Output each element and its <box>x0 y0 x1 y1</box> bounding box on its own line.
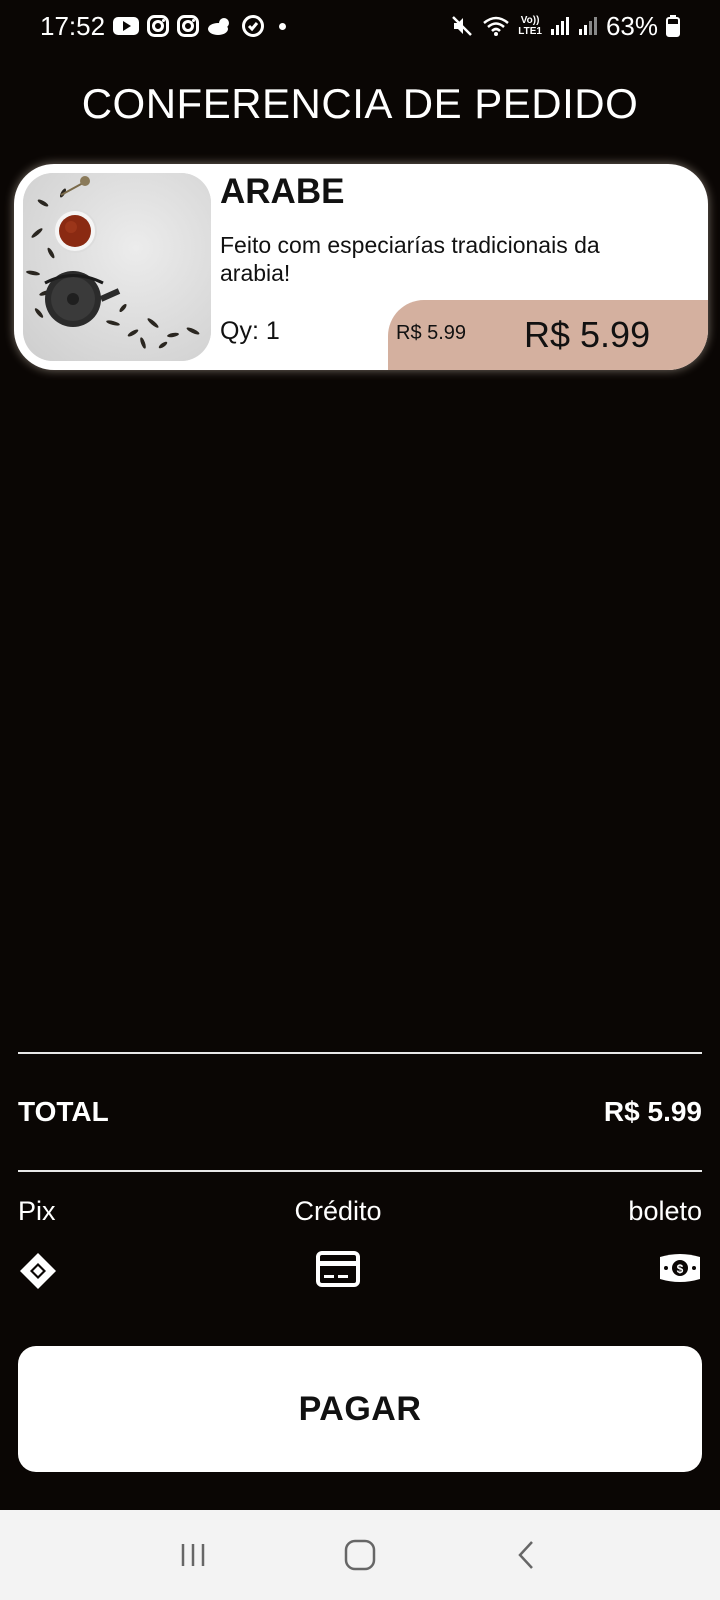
pay-button[interactable]: PAGAR <box>18 1346 702 1472</box>
status-left: 17:52 <box>40 10 287 42</box>
dot-icon <box>279 22 287 30</box>
system-nav-bar <box>0 1510 720 1600</box>
signal-icon <box>578 16 598 36</box>
product-name: ARABE <box>220 172 345 211</box>
credit-card-icon[interactable] <box>238 1251 438 1292</box>
home-icon[interactable] <box>330 1525 390 1585</box>
status-right: Vo)) LTE1 63% <box>450 11 680 42</box>
total-value: R$ 5.99 <box>603 1096 702 1127</box>
payment-option-label: boleto <box>628 1196 702 1226</box>
payment-option-label: Pix <box>18 1196 56 1226</box>
youtube-icon <box>113 16 140 36</box>
recent-apps-icon[interactable] <box>163 1525 223 1585</box>
cash-icon[interactable]: $ <box>502 1251 702 1290</box>
instagram-icon <box>147 15 170 37</box>
signal-icon <box>550 16 570 36</box>
instagram-icon <box>177 15 200 37</box>
back-icon[interactable] <box>497 1525 557 1585</box>
status-bar: 17:52 Vo)) LTE1 63% <box>0 0 720 52</box>
volte-icon: Vo)) LTE1 <box>518 15 542 37</box>
order-item-card[interactable]: ARABE Feito com especiarías tradicionais… <box>14 164 708 370</box>
svg-text:$: $ <box>677 1262 684 1276</box>
app-icon <box>241 14 265 38</box>
status-time: 17:52 <box>40 10 106 41</box>
pix-icon[interactable] <box>18 1251 218 1296</box>
price-box: R$ 5.99 R$ 5.99 <box>388 300 708 370</box>
total-label: TOTAL <box>18 1096 109 1127</box>
payment-option-credito[interactable]: Crédito <box>238 1196 438 1292</box>
payment-option-boleto[interactable]: boleto $ <box>502 1196 702 1290</box>
payment-option-label: Crédito <box>294 1196 382 1226</box>
product-quantity: Qy: 1 <box>220 317 280 345</box>
mute-icon <box>450 14 474 38</box>
unit-price: R$ 5.99 <box>396 322 467 344</box>
battery-percent: 63% <box>605 10 658 41</box>
payment-option-pix[interactable]: Pix <box>18 1196 218 1296</box>
weather-icon <box>207 16 233 36</box>
divider <box>18 1170 702 1172</box>
product-description: Feito com especiarías tradicionais da ar… <box>220 232 600 286</box>
divider <box>18 1052 702 1054</box>
tea-image <box>23 173 211 361</box>
wifi-icon <box>482 15 510 37</box>
battery-icon <box>666 15 680 37</box>
item-total-price: R$ 5.99 <box>524 314 651 355</box>
page-title: CONFERENCIA DE PEDIDO <box>81 80 639 127</box>
